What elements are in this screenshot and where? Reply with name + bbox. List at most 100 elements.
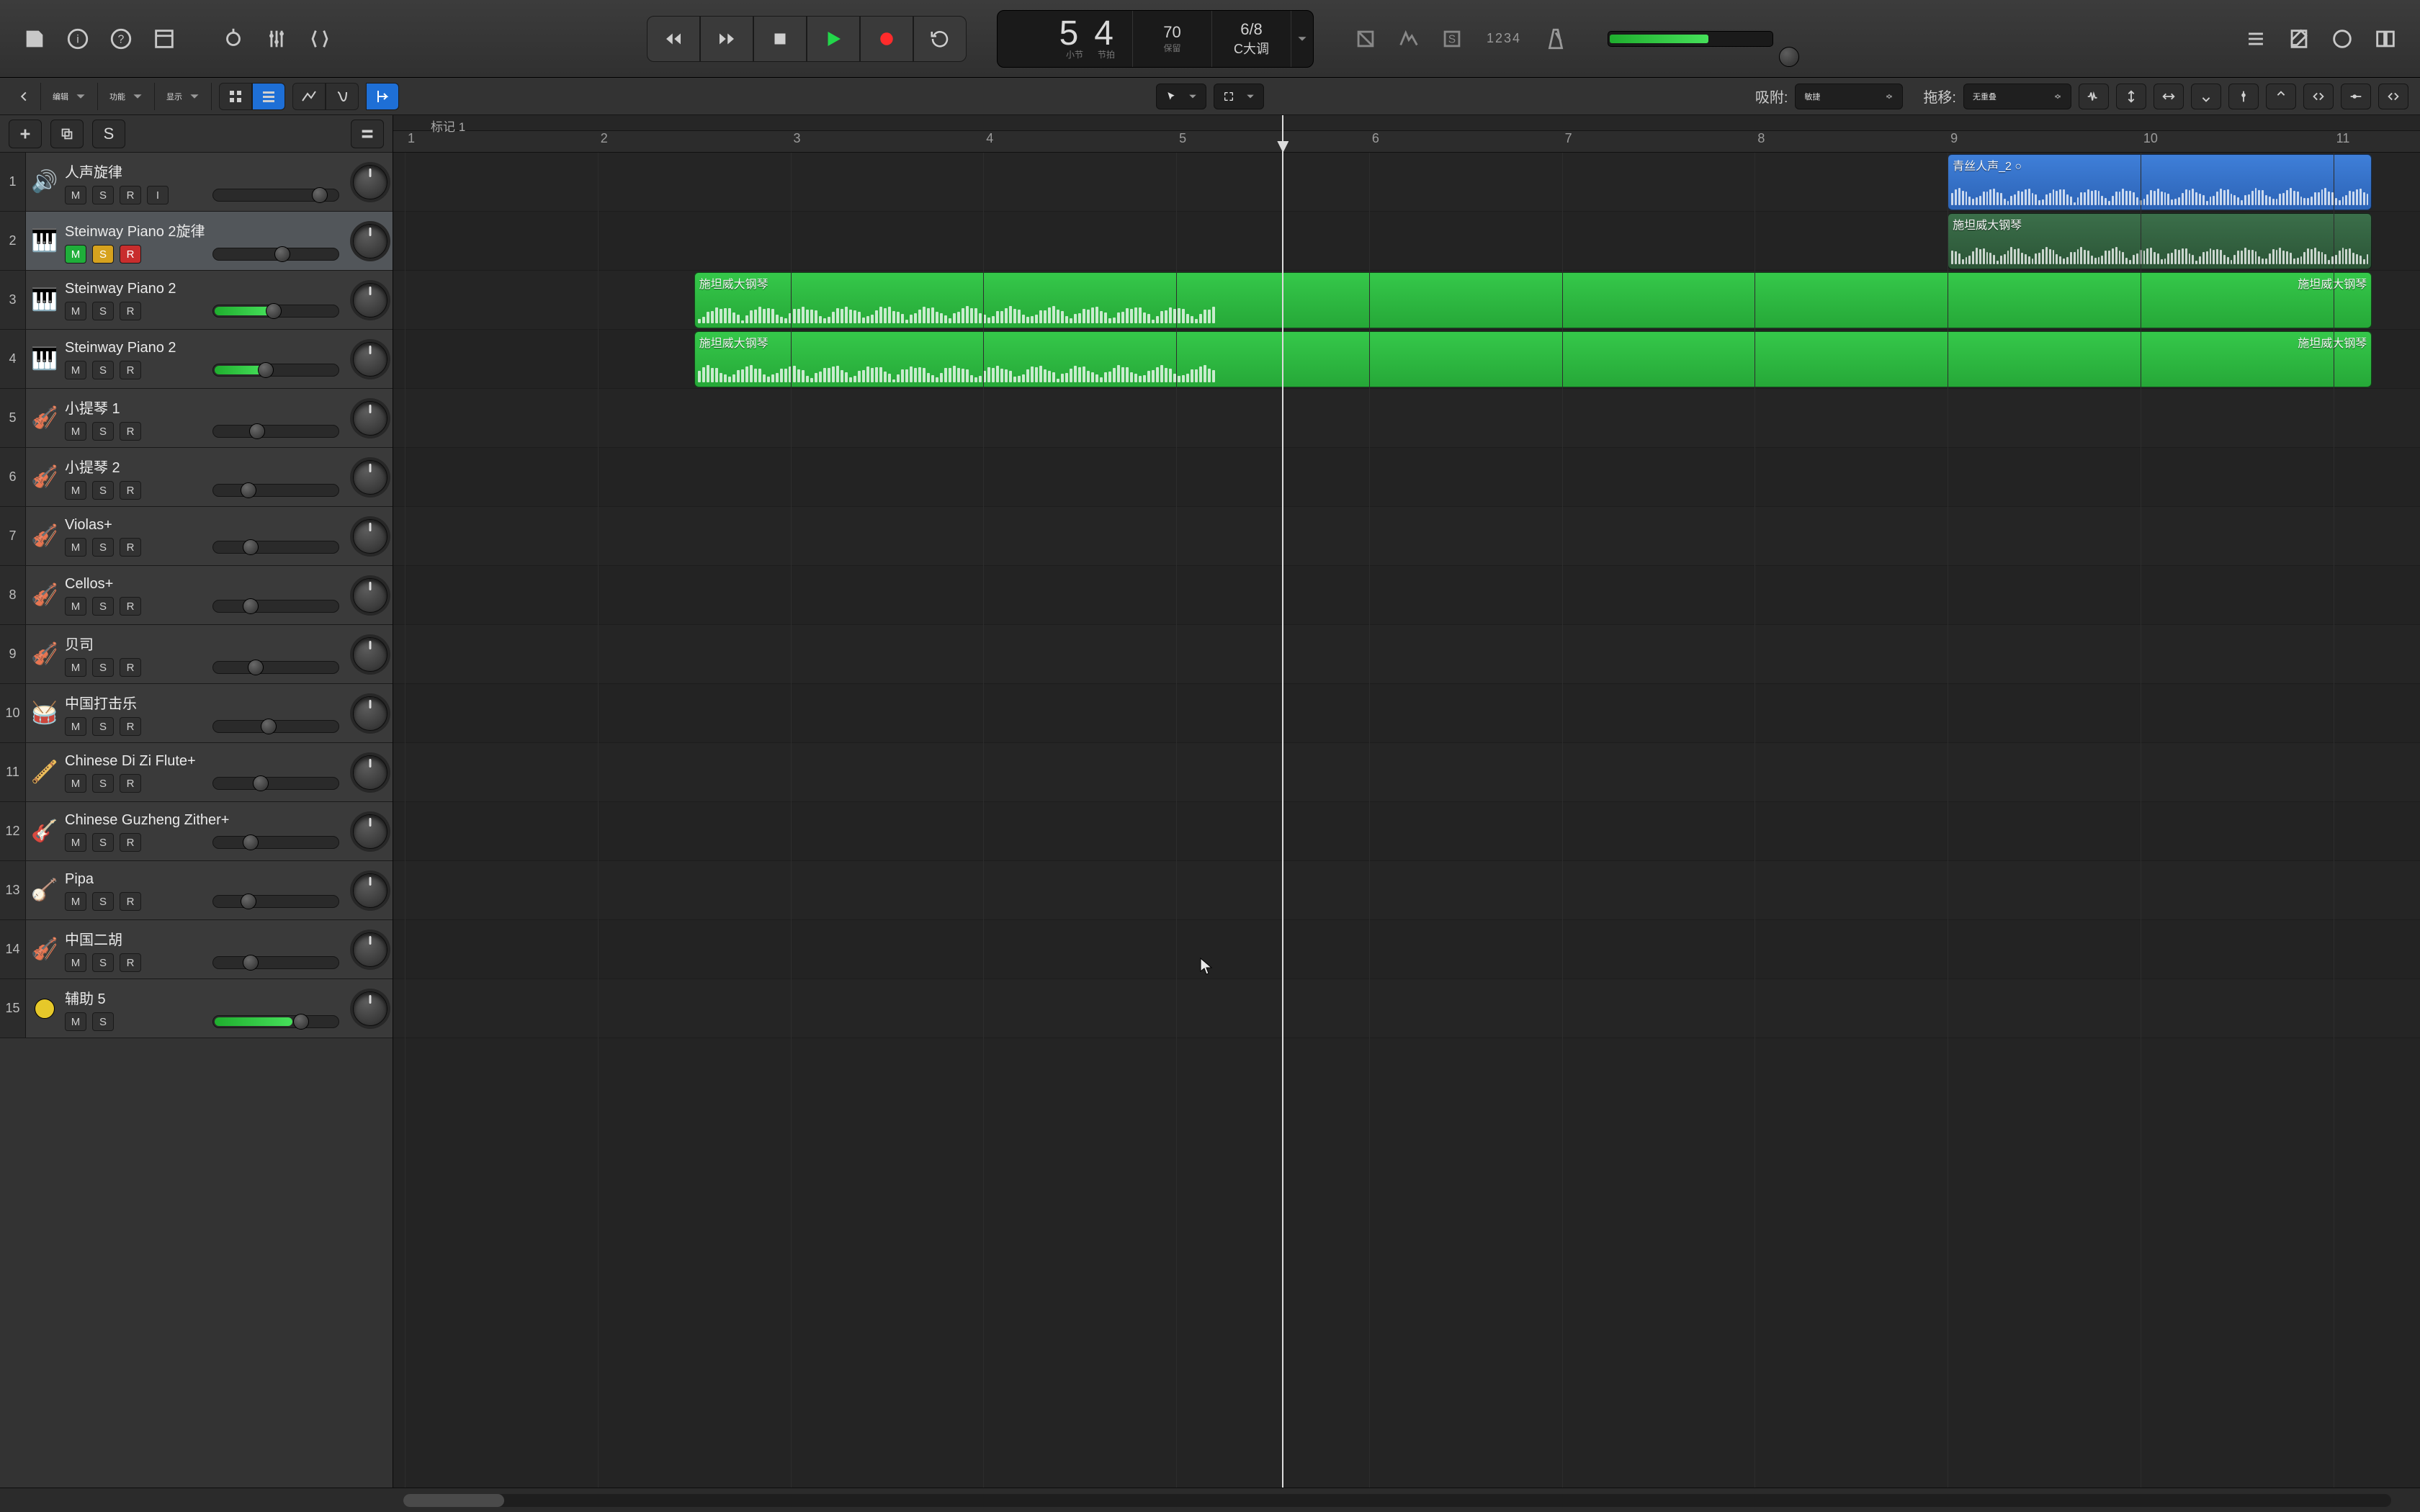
record-enable-button[interactable]: R <box>120 953 141 972</box>
track-header[interactable]: 15辅助 5MS <box>0 979 393 1038</box>
track-number[interactable]: 14 <box>0 920 26 978</box>
track-lane[interactable] <box>393 625 2420 684</box>
track-name[interactable]: 贝司 <box>65 633 345 654</box>
track-header[interactable]: 1🔊人声旋律MSRI <box>0 153 393 212</box>
track-header[interactable]: 11🪈Chinese Di Zi Flute+MSR <box>0 743 393 802</box>
volume-slider[interactable] <box>212 895 339 908</box>
mute-button[interactable]: M <box>65 774 86 793</box>
track-header[interactable]: 4🎹Steinway Piano 2MSR <box>0 330 393 389</box>
track-header[interactable]: 10🥁中国打击乐MSR <box>0 684 393 743</box>
track-number[interactable]: 9 <box>0 625 26 683</box>
volume-slider[interactable] <box>212 777 339 790</box>
track-header[interactable]: 7🎻Violas+MSR <box>0 507 393 566</box>
toolbar-button[interactable] <box>143 19 186 59</box>
marker-row[interactable]: 标记 1 <box>393 115 2420 131</box>
pan-knob[interactable] <box>348 271 393 329</box>
stop-button[interactable] <box>753 16 807 62</box>
track-header[interactable]: 8🎻Cellos+MSR <box>0 566 393 625</box>
track-name[interactable]: Steinway Piano 2 <box>65 281 345 297</box>
solo-button[interactable]: S <box>92 245 114 264</box>
snap-select[interactable]: 敏捷 <box>1795 84 1903 109</box>
track-name[interactable]: Chinese Guzheng Zither+ <box>65 812 345 829</box>
lcd-position[interactable]: 5 4 小节 节拍 <box>998 11 1133 67</box>
play-button[interactable] <box>807 16 860 62</box>
track-name[interactable]: 辅助 5 <box>65 987 345 1008</box>
audio-region[interactable]: 青丝人声_2 ○ <box>1948 154 2372 210</box>
track-name[interactable]: Steinway Piano 2旋律 <box>65 220 345 240</box>
track-instrument-icon[interactable]: 🥁 <box>26 684 63 742</box>
pan-knob[interactable] <box>348 743 393 801</box>
grid-view-button[interactable] <box>219 83 252 110</box>
track-name[interactable]: 小提琴 1 <box>65 397 345 418</box>
cmd-click-tool[interactable] <box>1214 84 1264 109</box>
notepad-button[interactable] <box>2277 19 2321 59</box>
track-lane[interactable] <box>393 861 2420 920</box>
mute-button[interactable]: M <box>65 892 86 911</box>
pan-knob[interactable] <box>348 153 393 211</box>
bar-number[interactable]: 2 <box>601 131 608 146</box>
track-number[interactable]: 8 <box>0 566 26 624</box>
arrange-area[interactable]: 标记 1 1234567891011 青丝人声_2 ○施坦威大钢琴施坦威大钢琴施… <box>393 115 2420 1488</box>
bar-number[interactable]: 10 <box>2143 131 2158 146</box>
mute-button[interactable]: M <box>65 186 86 204</box>
track-name[interactable]: Chinese Di Zi Flute+ <box>65 753 345 770</box>
volume-slider[interactable] <box>212 248 339 261</box>
lcd-signature-key[interactable]: 6/8 C大调 <box>1212 11 1291 67</box>
mute-button[interactable]: M <box>65 302 86 320</box>
smart-controls-button[interactable] <box>212 19 255 59</box>
volume-slider[interactable] <box>212 305 339 318</box>
midi-region[interactable]: 施坦威大钢琴 <box>1948 213 2372 269</box>
inspector-button[interactable]: i <box>56 19 99 59</box>
mixer-button[interactable] <box>255 19 298 59</box>
record-enable-button[interactable]: R <box>120 361 141 379</box>
lcd-mode-chevron-icon[interactable] <box>1291 11 1313 67</box>
volume-slider[interactable] <box>212 1015 339 1028</box>
replace-button[interactable] <box>1344 19 1387 59</box>
lcd-beats[interactable]: 4 <box>1094 17 1118 51</box>
master-volume-meter[interactable] <box>1608 31 1773 47</box>
list-view-button[interactable] <box>252 83 285 110</box>
add-track-button[interactable] <box>9 120 42 148</box>
volume-slider[interactable] <box>212 661 339 674</box>
record-enable-button[interactable]: R <box>120 538 141 557</box>
track-lane[interactable] <box>393 507 2420 566</box>
track-instrument-icon[interactable]: 🎻 <box>26 448 63 506</box>
track-lane[interactable] <box>393 743 2420 802</box>
track-number[interactable]: 11 <box>0 743 26 801</box>
volume-slider[interactable] <box>212 425 339 438</box>
track-lane[interactable] <box>393 920 2420 979</box>
track-number[interactable]: 1 <box>0 153 26 211</box>
track-header[interactable]: 3🎹Steinway Piano 2MSR <box>0 271 393 330</box>
back-menu[interactable] <box>7 83 41 110</box>
bar-ruler[interactable]: 1234567891011 <box>393 131 2420 152</box>
ruler[interactable]: 标记 1 1234567891011 <box>393 115 2420 153</box>
track-header[interactable]: 6🎻小提琴 2MSR <box>0 448 393 507</box>
track-number[interactable]: 13 <box>0 861 26 919</box>
record-enable-button[interactable]: R <box>120 717 141 736</box>
track-instrument-icon[interactable]: 🎹 <box>26 212 63 270</box>
track-number[interactable]: 15 <box>0 979 26 1038</box>
record-enable-button[interactable]: R <box>120 833 141 852</box>
flex-button[interactable] <box>326 83 359 110</box>
track-lane[interactable] <box>393 979 2420 1038</box>
track-instrument-icon[interactable]: 🎻 <box>26 625 63 683</box>
track-number[interactable]: 10 <box>0 684 26 742</box>
mute-button[interactable]: M <box>65 1012 86 1031</box>
solo-safe-button[interactable]: S <box>1430 19 1474 59</box>
solo-button[interactable]: S <box>92 658 114 677</box>
record-button[interactable] <box>860 16 913 62</box>
solo-button[interactable]: S <box>92 953 114 972</box>
pan-knob[interactable] <box>348 507 393 565</box>
track-name[interactable]: Pipa <box>65 871 345 888</box>
track-name[interactable]: Violas+ <box>65 517 345 534</box>
track-header-config-button[interactable] <box>351 120 384 148</box>
solo-button[interactable]: S <box>92 774 114 793</box>
record-enable-button[interactable]: R <box>120 302 141 320</box>
pan-knob[interactable] <box>348 861 393 919</box>
input-monitor-button[interactable]: I <box>147 186 169 204</box>
track-instrument-icon[interactable]: 🎸 <box>26 802 63 860</box>
track-number[interactable]: 5 <box>0 389 26 447</box>
lcd-tempo[interactable]: 70 保留 <box>1133 11 1212 67</box>
volume-slider[interactable] <box>212 189 339 202</box>
pan-knob[interactable] <box>348 330 393 388</box>
